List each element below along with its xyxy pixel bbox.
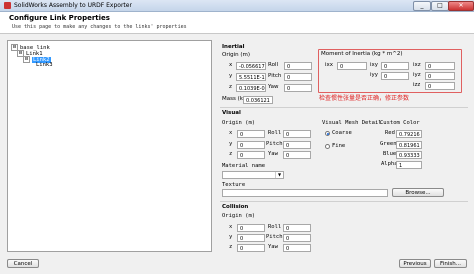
cancel-button[interactable]: Cancel — [7, 259, 39, 268]
inertial-yaw-field[interactable]: 0 — [284, 84, 312, 92]
texture-label: Texture — [222, 182, 246, 188]
collapse-icon[interactable]: ⊟ — [23, 56, 30, 63]
visual-origin-label: Origin (m) — [222, 120, 256, 126]
finish-button[interactable]: Finish... — [434, 259, 467, 268]
chevron-down-icon: ▼ — [275, 172, 283, 178]
page-subtitle: Use this page to make any changes to the… — [12, 24, 187, 30]
red-label: Red — [385, 130, 395, 136]
visual-pitch-field[interactable]: 0 — [283, 141, 311, 149]
visual-z-field[interactable]: 0 — [237, 151, 265, 159]
visual-y-field[interactable]: 0 — [237, 141, 265, 149]
section-divider — [220, 201, 468, 202]
ixx-field[interactable]: 0 — [337, 62, 367, 70]
inertial-y-field[interactable]: 5.5511E-17 — [236, 73, 266, 81]
collision-y-field[interactable]: 0 — [237, 234, 265, 242]
link-tree[interactable]: ⊟ base_link ⊟ Link1 ⊟ Link2 Link3 — [7, 40, 212, 252]
collision-section-title: Collision — [222, 204, 249, 210]
inertial-origin-label: Origin (m) — [222, 52, 251, 58]
collision-x-field[interactable]: 0 — [237, 224, 265, 232]
visual-section-title: Visual — [222, 110, 241, 116]
ixz-label: ixz — [413, 62, 421, 68]
inertial-pitch-field[interactable]: 0 — [284, 73, 312, 81]
collision-pitch-field[interactable]: 0 — [283, 234, 311, 242]
inertial-section-title: Inertial — [222, 44, 245, 50]
fine-radio[interactable] — [325, 144, 330, 149]
iyy-label: iyy — [370, 72, 379, 78]
tree-item-link3[interactable]: Link3 — [36, 62, 53, 68]
inertial-z-label: z — [229, 84, 232, 90]
visual-roll-field[interactable]: 0 — [283, 130, 311, 138]
window-title: SolidWorks Assembly to URDF Exporter — [14, 2, 132, 9]
minimize-button[interactable]: _ — [413, 1, 431, 11]
inertial-x-field[interactable]: -0.056617 — [236, 62, 266, 70]
visual-z-label: z — [229, 151, 233, 157]
collision-y-label: y — [229, 234, 233, 240]
collision-yaw-field[interactable]: 0 — [283, 244, 311, 252]
alpha-field[interactable]: 1 — [396, 161, 422, 169]
moi-label: Moment of Inertia (kg * m^2) — [321, 51, 403, 57]
collision-z-field[interactable]: 0 — [237, 244, 265, 252]
texture-field[interactable] — [222, 189, 388, 197]
close-button[interactable]: ✕ — [448, 1, 474, 11]
izz-field[interactable]: 0 — [425, 82, 455, 90]
maximize-button[interactable]: □ — [431, 1, 449, 11]
material-select[interactable]: ▼ — [222, 171, 284, 179]
page-title: Configure Link Properties — [9, 14, 110, 22]
visual-yaw-field[interactable]: 0 — [283, 151, 311, 159]
mesh-detail-label: Visual Mesh Detail — [322, 120, 382, 126]
coarse-label: Coarse — [332, 130, 352, 136]
collision-x-label: x — [229, 224, 233, 230]
inertial-yaw-label: Yaw — [268, 84, 279, 90]
collision-yaw-label: Yaw — [268, 244, 278, 250]
collision-roll-field[interactable]: 0 — [283, 224, 311, 232]
inertial-roll-field[interactable]: 0 — [284, 62, 312, 70]
visual-pitch-label: Pitch — [266, 141, 283, 147]
iyz-field[interactable]: 0 — [425, 72, 455, 80]
previous-button[interactable]: Previous — [399, 259, 431, 268]
inertial-z-field[interactable]: 0.1039E-05 — [236, 84, 266, 92]
visual-y-label: y — [229, 141, 233, 147]
ixy-label: ixy — [370, 62, 379, 68]
red-field[interactable]: 0.79216 — [396, 130, 422, 138]
coarse-radio[interactable] — [325, 131, 330, 136]
material-name-label: Material name — [222, 163, 266, 169]
iyz-label: iyz — [413, 72, 421, 78]
collision-z-label: z — [229, 244, 233, 250]
browse-button[interactable]: Browse... — [392, 188, 444, 197]
custom-color-label: Custom Color — [380, 120, 420, 126]
inertial-pitch-label: Pitch — [268, 73, 282, 79]
mass-field[interactable]: 0.036121 — [243, 96, 273, 104]
collision-origin-label: Origin (m) — [222, 213, 256, 219]
inertial-y-label: y — [229, 73, 233, 79]
collision-roll-label: Roll — [268, 224, 282, 230]
green-field[interactable]: 0.81961 — [396, 141, 422, 149]
ixx-label: ixx — [325, 62, 334, 68]
blue-label: Blue — [383, 151, 397, 157]
blue-field[interactable]: 0.93333 — [396, 151, 422, 159]
section-divider — [220, 107, 468, 108]
visual-roll-label: Roll — [268, 130, 282, 136]
inertia-annotation: 检查惯性张量是否正确，修正参数 — [319, 95, 410, 102]
visual-x-field[interactable]: 0 — [237, 130, 265, 138]
app-icon — [4, 2, 11, 9]
ixy-field[interactable]: 0 — [381, 62, 409, 70]
izz-label: izz — [413, 82, 421, 88]
iyy-field[interactable]: 0 — [381, 72, 409, 80]
collision-pitch-label: Pitch — [266, 234, 283, 240]
inertial-x-label: x — [229, 62, 233, 68]
fine-label: Fine — [332, 143, 346, 149]
inertial-roll-label: Roll — [268, 62, 278, 68]
visual-yaw-label: Yaw — [268, 151, 278, 157]
visual-x-label: x — [229, 130, 233, 136]
ixz-field[interactable]: 0 — [425, 62, 455, 70]
green-label: Green — [380, 141, 397, 147]
